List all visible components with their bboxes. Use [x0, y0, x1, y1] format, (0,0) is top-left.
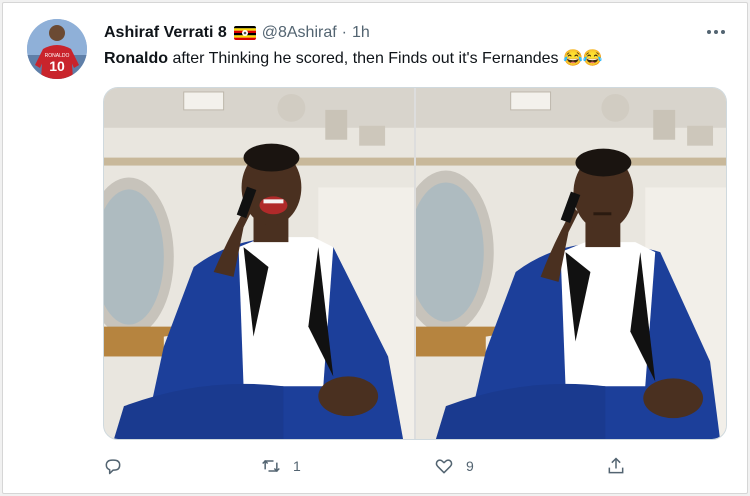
tweet-timestamp[interactable]: 1h [352, 24, 370, 42]
author-name[interactable]: Ashiraf Verrati 8 [104, 24, 227, 42]
tweet-text: Ronaldo after Thinking he scored, then F… [104, 48, 603, 70]
svg-text:10: 10 [49, 58, 65, 74]
uganda-flag-icon [233, 26, 256, 40]
retweet-count: 1 [293, 458, 301, 474]
like-count: 9 [466, 458, 474, 474]
tweet-header: Ashiraf Verrati 8 @8Ashiraf · 1h [104, 22, 370, 44]
media-grid [103, 87, 727, 440]
reply-button[interactable] [103, 453, 135, 479]
separator-dot: · [341, 24, 347, 41]
share-icon [608, 457, 624, 474]
more-options-button[interactable] [703, 21, 729, 43]
tweet-text-rest: after Thinking he scored, then Finds out… [168, 50, 603, 67]
more-dots-icon [707, 30, 725, 34]
tweet-actions: 1 9 [103, 453, 643, 479]
avatar[interactable]: RONALDO 10 [27, 19, 87, 79]
share-button[interactable] [606, 453, 638, 479]
retweet-icon [262, 459, 280, 473]
author-handle[interactable]: @8Ashiraf [262, 24, 337, 42]
photo-left[interactable] [104, 88, 414, 439]
like-button[interactable]: 9 [434, 453, 474, 479]
reply-icon [105, 459, 121, 475]
photo-right[interactable] [416, 88, 726, 439]
heart-icon [435, 459, 453, 474]
tweet-text-bold: Ronaldo [104, 50, 168, 67]
tweet-card[interactable]: RONALDO 10 Ashiraf Verrati 8 @8Ashiraf ·… [2, 2, 748, 494]
retweet-button[interactable]: 1 [261, 453, 301, 479]
